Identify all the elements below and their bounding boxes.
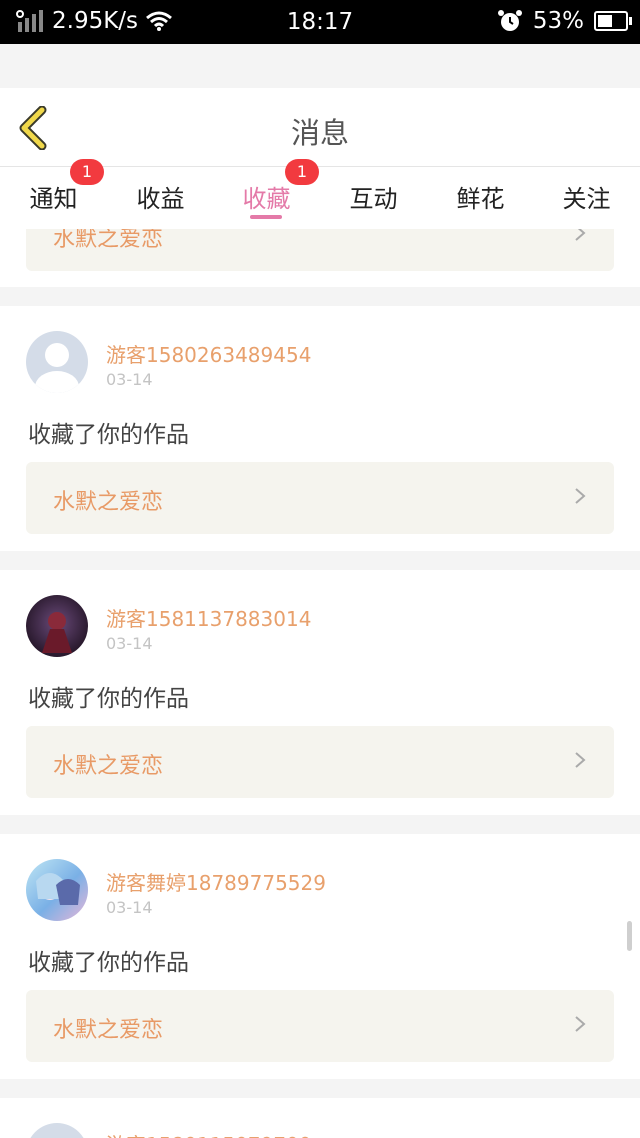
work-link[interactable]: 水默之爱恋	[26, 462, 614, 534]
tab-notifications[interactable]: 通知 1	[0, 159, 107, 229]
tab-earnings[interactable]: 收益	[107, 167, 214, 229]
avatar[interactable]	[26, 1123, 88, 1138]
action-text: 收藏了你的作品	[28, 422, 189, 448]
work-title: 水默之爱恋	[53, 754, 164, 779]
action-text: 收藏了你的作品	[28, 950, 189, 976]
work-link[interactable]: 水默之爱恋	[26, 990, 614, 1062]
status-bar: 2.95K/s 18:17 53%	[0, 0, 640, 44]
avatar[interactable]	[26, 331, 88, 393]
tab-label: 关注	[562, 185, 611, 213]
work-title: 水默之爱恋	[53, 1018, 164, 1043]
chevron-right-icon	[575, 752, 586, 768]
top-bar: 消息	[0, 88, 640, 167]
scrollbar[interactable]	[627, 921, 632, 951]
action-text: 收藏了你的作品	[28, 686, 189, 712]
username[interactable]: 游客1581137883014	[106, 603, 311, 632]
feed-card: 游客1580263489454 03-14 收藏了你的作品 水默之爱恋	[0, 306, 640, 551]
feed-card: 游客1581137883014 03-14 收藏了你的作品 水默之爱恋	[0, 570, 640, 815]
tab-favorites[interactable]: 收藏 1	[213, 159, 320, 229]
tab-label: 互动	[349, 185, 398, 213]
page-title: 消息	[290, 116, 349, 150]
user-photo-icon	[36, 873, 80, 905]
battery-percent: 53%	[532, 8, 584, 34]
work-title: 水默之爱恋	[53, 229, 164, 252]
avatar[interactable]	[26, 595, 88, 657]
alarm-icon	[497, 10, 522, 31]
favorites-badge: 1	[285, 159, 319, 185]
message-tabs: 通知 1 收益 收藏 1 互动 鲜花 关注	[0, 159, 640, 229]
username[interactable]: 游客舞婷18789775529	[106, 867, 326, 896]
feed-card-partial: 水默之爱恋	[0, 229, 640, 287]
date: 03-14	[106, 634, 153, 653]
feed-card-partial: 游客1580115079700	[0, 1098, 640, 1138]
work-link[interactable]: 水默之爱恋	[26, 229, 614, 271]
favorites-feed[interactable]: 水默之爱恋 游客1580263489454 03-14 收藏了你的作品 水默之爱…	[0, 229, 640, 1138]
default-avatar-icon	[35, 343, 79, 393]
date: 03-14	[106, 898, 153, 917]
tab-flowers[interactable]: 鲜花	[427, 167, 534, 229]
active-tab-indicator	[250, 215, 282, 219]
work-title: 水默之爱恋	[53, 490, 164, 515]
tab-follows[interactable]: 关注	[533, 167, 640, 229]
feed-card: 游客舞婷18789775529 03-14 收藏了你的作品 水默之爱恋	[0, 834, 640, 1079]
battery-icon	[594, 11, 632, 31]
avatar[interactable]	[26, 859, 88, 921]
tab-label: 收益	[136, 185, 185, 213]
chevron-right-icon	[575, 229, 586, 241]
date: 03-14	[106, 370, 153, 389]
chevron-right-icon	[575, 1016, 586, 1032]
tab-label: 鲜花	[456, 185, 505, 213]
tab-interactions[interactable]: 互动	[320, 167, 427, 229]
username[interactable]: 游客1580115079700	[106, 1129, 311, 1138]
user-photo-icon	[42, 612, 72, 653]
notification-badge: 1	[70, 159, 104, 185]
work-link[interactable]: 水默之爱恋	[26, 726, 614, 798]
status-right: 53%	[497, 8, 632, 34]
username[interactable]: 游客1580263489454	[106, 339, 311, 368]
chevron-right-icon	[575, 488, 586, 504]
